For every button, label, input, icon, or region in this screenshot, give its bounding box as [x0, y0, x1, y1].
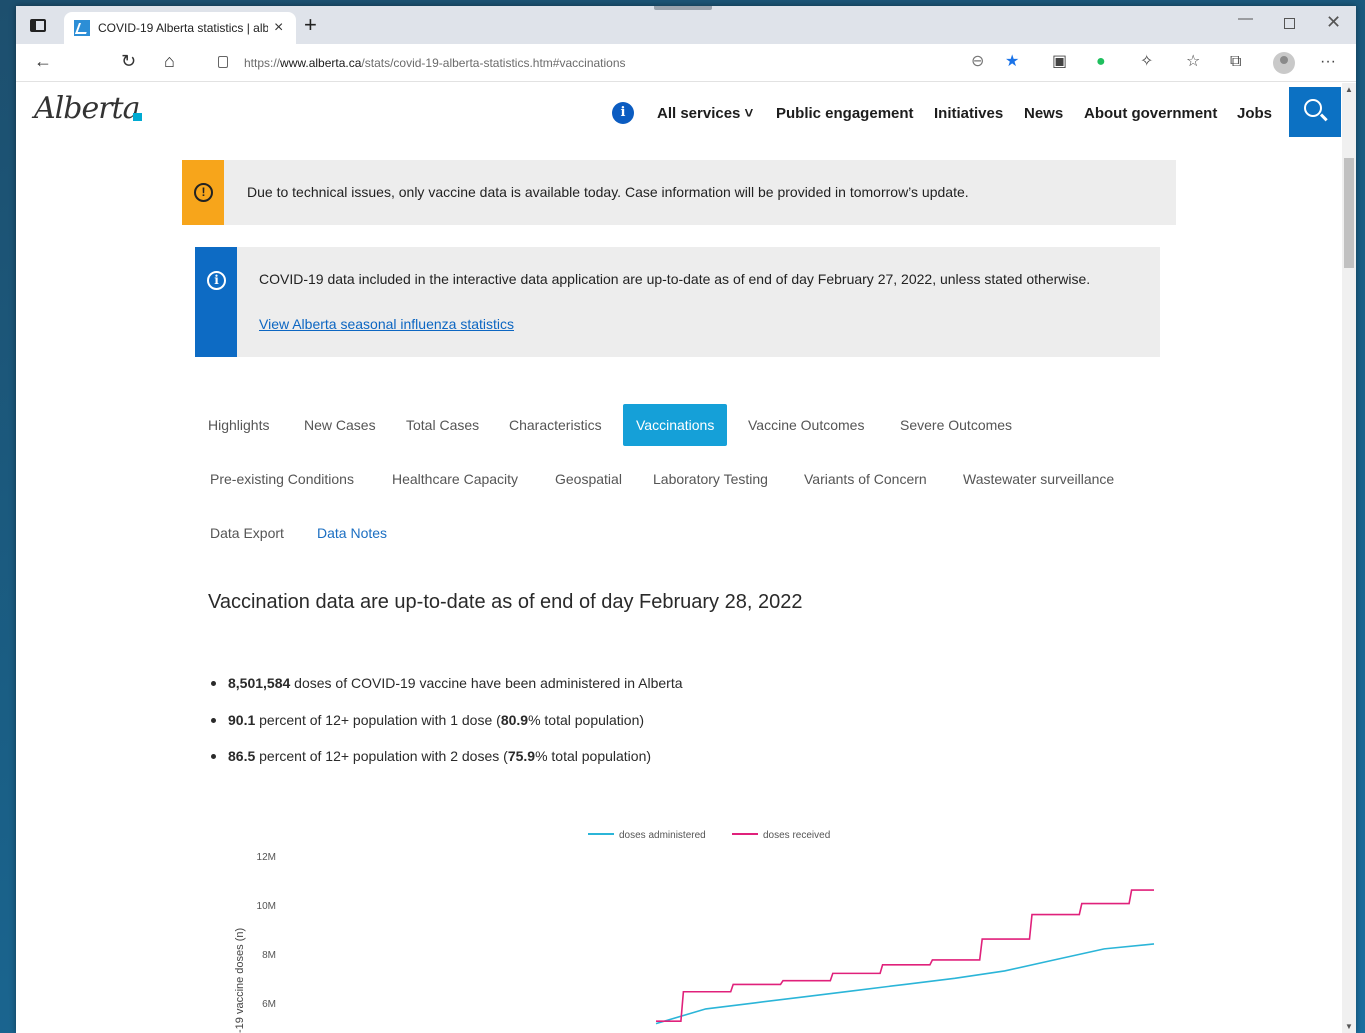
- legend-label-0: doses administered: [619, 830, 706, 841]
- y-tick-label: 8M: [262, 950, 276, 961]
- two-dose-text-a: percent of 12+ population with 2 doses (: [255, 748, 508, 764]
- window-grip[interactable]: [654, 6, 712, 10]
- series-line-1: [656, 889, 1154, 1022]
- collections-icon[interactable]: ⧉: [1230, 54, 1241, 70]
- nav-initiatives[interactable]: Initiatives: [934, 105, 1003, 122]
- tab-vaccinations[interactable]: Vaccinations: [623, 404, 728, 446]
- scroll-down-icon[interactable]: ▼: [1345, 1022, 1353, 1031]
- tab-healthcare-capacity[interactable]: Healthcare Capacity: [392, 471, 518, 487]
- browser-tab[interactable]: COVID-19 Alberta statistics | alb ×: [64, 12, 296, 44]
- address-toolbar: ← ↻ ⌂ https://www.alberta.ca/stats/covid…: [16, 44, 1356, 82]
- web-page: Alberta i All services ˅ Public engageme…: [16, 83, 1356, 1033]
- tab-total-cases[interactable]: Total Cases: [406, 417, 479, 433]
- tab-variants-of-concern[interactable]: Variants of Concern: [804, 471, 927, 487]
- y-tick-label: 12M: [257, 852, 276, 863]
- one-dose-value: 90.1: [228, 712, 256, 728]
- vaccine-doses-chart[interactable]: doses administered doses received 12M 10M 8M…: [206, 809, 1166, 1033]
- url-prefix: https://: [244, 56, 281, 70]
- url-host: www.alberta.ca: [280, 56, 362, 70]
- favorite-star-icon[interactable]: ★: [1005, 54, 1019, 70]
- series-line-0: [655, 943, 1155, 1025]
- technical-issue-alert: ! Due to technical issues, only vaccine …: [182, 160, 1176, 225]
- tab-characteristics[interactable]: Characteristics: [509, 417, 602, 433]
- alberta-logo[interactable]: Alberta: [34, 91, 140, 126]
- chart-svg: doses administered doses received 12M 10M 8M…: [234, 830, 1155, 1033]
- page-scrollbar[interactable]: ▲ ▼: [1342, 83, 1356, 1033]
- lock-icon[interactable]: [218, 56, 228, 68]
- one-dose-text-b: % total population): [528, 712, 645, 728]
- back-arrow-icon[interactable]: ←: [34, 52, 52, 70]
- data-currency-callout: i COVID-19 data included in the interact…: [195, 247, 1160, 357]
- profile-avatar-icon[interactable]: [1273, 52, 1295, 74]
- tab-close-icon[interactable]: ×: [274, 20, 283, 36]
- tab-actions-icon[interactable]: [30, 19, 46, 32]
- puzzle-extensions-icon[interactable]: ✧: [1140, 54, 1153, 70]
- logo-accent: [133, 113, 142, 121]
- warning-icon: !: [194, 183, 213, 202]
- zoom-icon[interactable]: ⊖: [971, 54, 984, 70]
- tab-geospatial[interactable]: Geospatial: [555, 471, 622, 487]
- y-axis-label: -19 vaccine doses (n): [234, 928, 246, 1033]
- tab-pre-existing-conditions[interactable]: Pre-existing Conditions: [210, 471, 354, 487]
- alberta-favicon-icon: [74, 20, 90, 36]
- nav-news[interactable]: News: [1024, 105, 1063, 122]
- tab-data-notes[interactable]: Data Notes: [317, 525, 387, 541]
- scroll-up-icon[interactable]: ▲: [1345, 85, 1353, 94]
- refresh-icon[interactable]: ↻: [121, 52, 136, 70]
- window-close-icon[interactable]: ✕: [1326, 12, 1341, 33]
- doses-text: doses of COVID-19 vaccine have been admi…: [290, 675, 683, 691]
- extension-icon[interactable]: ▣: [1052, 54, 1067, 70]
- nav-about-government[interactable]: About government: [1084, 105, 1217, 122]
- y-tick-label: 6M: [262, 999, 276, 1010]
- warning-text: Due to technical issues, only vaccine da…: [247, 184, 969, 200]
- tab-title: COVID-19 Alberta statistics | alb: [98, 21, 268, 35]
- two-dose-total-value: 75.9: [507, 748, 536, 764]
- one-dose-bullet: 90.1 percent of 12+ population with 1 do…: [211, 712, 644, 728]
- doses-administered-bullet: 8,501,584 doses of COVID-19 vaccine have…: [211, 675, 683, 691]
- info-icon[interactable]: i: [612, 102, 634, 124]
- tab-new-cases[interactable]: New Cases: [304, 417, 376, 433]
- vaccination-heading: Vaccination data are up-to-date as of en…: [208, 591, 803, 613]
- title-bar: COVID-19 Alberta statistics | alb × + — …: [16, 6, 1356, 44]
- doses-value: 8,501,584: [228, 675, 291, 691]
- y-tick-label: 10M: [257, 901, 276, 912]
- tab-data-export[interactable]: Data Export: [210, 525, 284, 541]
- address-bar[interactable]: https://www.alberta.ca/stats/covid-19-al…: [244, 56, 626, 70]
- new-tab-icon[interactable]: +: [304, 14, 317, 36]
- grammarly-icon[interactable]: ●: [1096, 54, 1106, 70]
- maximize-icon[interactable]: [1284, 18, 1295, 29]
- search-icon-handle: [1320, 113, 1328, 121]
- nav-public-engagement[interactable]: Public engagement: [776, 105, 914, 122]
- info-circle-icon: i: [207, 271, 226, 290]
- more-menu-icon[interactable]: ···: [1320, 54, 1336, 70]
- two-dose-bullet: 86.5 percent of 12+ population with 2 do…: [211, 748, 651, 764]
- one-dose-text-a: percent of 12+ population with 1 dose (: [255, 712, 501, 728]
- tab-wastewater-surveillance[interactable]: Wastewater surveillance: [963, 471, 1114, 487]
- influenza-statistics-link[interactable]: View Alberta seasonal influenza statisti…: [259, 316, 514, 332]
- warning-bar: !: [182, 160, 224, 225]
- two-dose-value: 86.5: [228, 748, 256, 764]
- tab-vaccine-outcomes[interactable]: Vaccine Outcomes: [748, 417, 864, 433]
- browser-window: COVID-19 Alberta statistics | alb × + — …: [16, 6, 1356, 1033]
- tab-highlights[interactable]: Highlights: [208, 417, 269, 433]
- minimize-icon[interactable]: —: [1238, 10, 1253, 27]
- url-path: /stats/covid-19-alberta-statistics.htm#v…: [361, 56, 626, 70]
- info-bar: i: [195, 247, 237, 357]
- nav-all-services[interactable]: All services ˅: [657, 105, 753, 122]
- two-dose-text-b: % total population): [535, 748, 652, 764]
- scrollbar-thumb[interactable]: [1344, 158, 1354, 268]
- tab-laboratory-testing[interactable]: Laboratory Testing: [653, 471, 768, 487]
- tab-severe-outcomes[interactable]: Severe Outcomes: [900, 417, 1012, 433]
- nav-jobs[interactable]: Jobs: [1237, 105, 1272, 122]
- home-icon[interactable]: ⌂: [164, 52, 175, 70]
- info-text: COVID-19 data included in the interactiv…: [259, 271, 1091, 287]
- search-button[interactable]: [1289, 87, 1341, 137]
- one-dose-total-value: 80.9: [500, 712, 529, 728]
- favorites-list-icon[interactable]: ☆: [1186, 54, 1200, 70]
- legend-label-1: doses received: [763, 830, 830, 841]
